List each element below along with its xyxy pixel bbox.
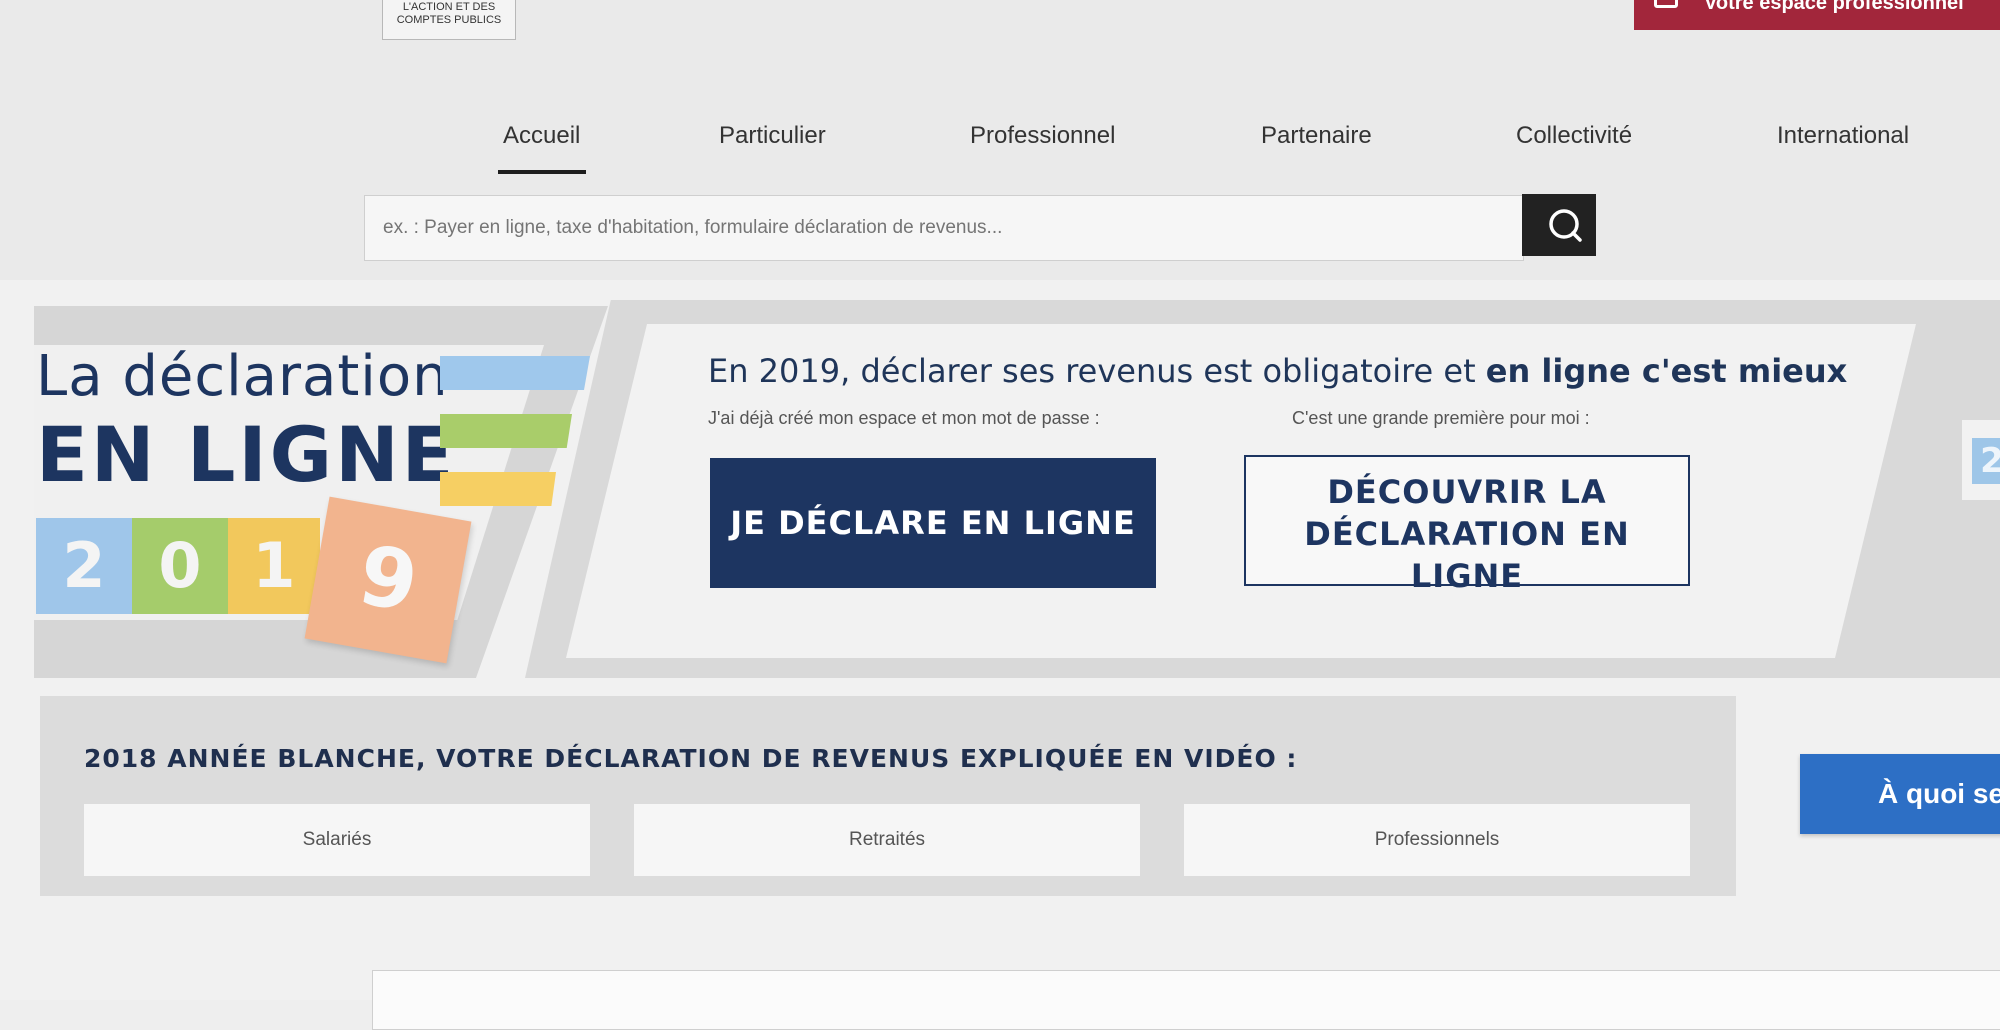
- discover-button-line: DÉCLARATION EN LIGNE: [1304, 515, 1630, 595]
- campaign-digit-tilted: 9: [304, 496, 472, 664]
- logo-text-line: L'ACTION ET DES: [402, 1, 496, 13]
- faq-button[interactable]: À quoi se: [1800, 754, 2000, 834]
- declare-online-button[interactable]: JE DÉCLARE EN LIGNE: [710, 458, 1156, 588]
- campaign-title-line2: EN LIGNE: [36, 410, 457, 499]
- search-input[interactable]: [364, 195, 1524, 261]
- nav-active-indicator: [498, 170, 586, 174]
- campaign-stripe-yellow: [440, 472, 556, 506]
- hero-headline: En 2019, déclarer ses revenus est obliga…: [708, 352, 1847, 390]
- search-button[interactable]: [1522, 194, 1596, 256]
- bottom-content-box: [372, 970, 2000, 1030]
- campaign-stripe-blue: [440, 356, 590, 390]
- discover-button-line: DÉCOUVRIR LA: [1327, 473, 1607, 511]
- campaign-title-line1: La déclaration: [36, 344, 449, 409]
- ministry-logo[interactable]: L'ACTION ET DES COMPTES PUBLICS: [382, 0, 516, 40]
- nav-item-professionnel[interactable]: Professionnel: [970, 122, 1115, 150]
- pro-space-button[interactable]: Votre espace professionnel: [1634, 0, 2000, 30]
- campaign-digit: 1: [228, 518, 320, 614]
- hero-headline-emphasis: en ligne c'est mieux: [1485, 352, 1848, 390]
- video-button-retraites[interactable]: Retraités: [634, 804, 1140, 876]
- nav-item-international[interactable]: International: [1777, 122, 1909, 150]
- campaign-stripe-green: [440, 414, 572, 448]
- campaign-digit: 0: [132, 518, 228, 614]
- video-button-professionnels[interactable]: Professionnels: [1184, 804, 1690, 876]
- logo-text-line: COMPTES PUBLICS: [396, 14, 502, 26]
- nav-item-collectivite[interactable]: Collectivité: [1516, 122, 1632, 150]
- hero-headline-text: En 2019, déclarer ses revenus est obliga…: [708, 352, 1486, 390]
- nav-item-partenaire[interactable]: Partenaire: [1261, 122, 1372, 150]
- nav-item-particulier[interactable]: Particulier: [719, 122, 826, 150]
- hero-next-slide-digit: 2: [1972, 438, 2000, 484]
- video-section-title: 2018 ANNÉE BLANCHE, VOTRE DÉCLARATION DE…: [84, 744, 1298, 773]
- pro-space-label: Votre espace professionnel: [1704, 0, 1964, 14]
- search-icon: [1549, 209, 1582, 242]
- discover-online-declaration-button[interactable]: DÉCOUVRIR LA DÉCLARATION EN LIGNE: [1244, 455, 1690, 595]
- video-button-salaries[interactable]: Salariés: [84, 804, 590, 876]
- briefcase-icon: [1654, 0, 1678, 8]
- hint-existing-user: J'ai déjà créé mon espace et mon mot de …: [708, 408, 1100, 428]
- campaign-digit: 2: [36, 518, 132, 614]
- nav-item-accueil[interactable]: Accueil: [503, 122, 580, 150]
- hint-new-user: C'est une grande première pour moi :: [1292, 408, 1590, 428]
